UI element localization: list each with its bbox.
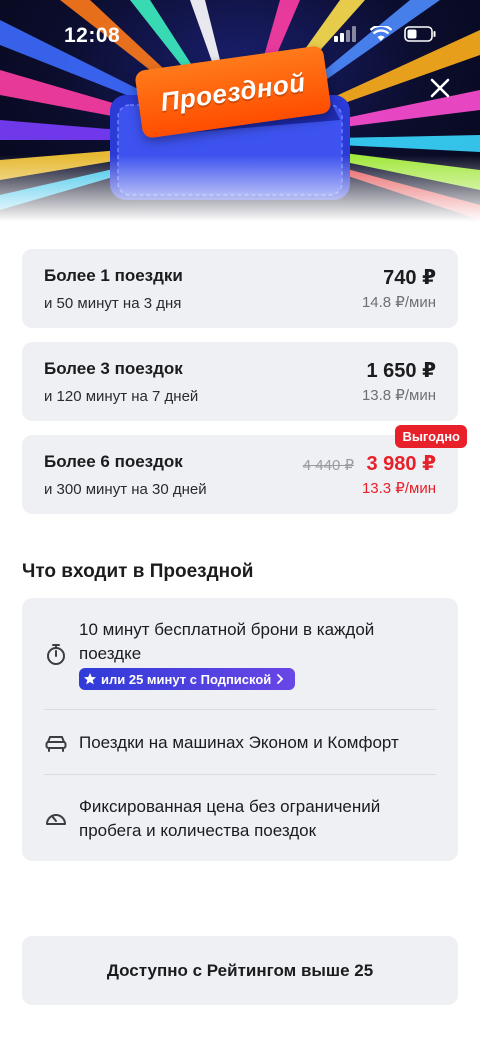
subscription-promo-pill[interactable]: или 25 минут с Подпиской bbox=[79, 668, 296, 690]
section-title-included: Что входит в Проездной bbox=[22, 561, 254, 582]
plan-subtitle: и 300 минут на 30 дней bbox=[44, 481, 207, 498]
stopwatch-icon bbox=[47, 644, 65, 665]
scroll-fade bbox=[0, 880, 480, 930]
plan-price: 740 ₽ bbox=[383, 267, 436, 289]
plan-option-3[interactable]: Более 3 поездок и 120 минут на 7 дней 1 … bbox=[22, 342, 458, 421]
availability-button[interactable]: Доступно с Рейтингом выше 25 bbox=[22, 936, 458, 1005]
plan-price: 3 980 ₽ bbox=[366, 453, 436, 475]
plan-per-minute: 13.3 ₽/мин bbox=[361, 480, 436, 497]
star-icon bbox=[84, 673, 96, 685]
plan-subtitle: и 120 минут на 7 дней bbox=[44, 388, 199, 405]
speedometer-icon bbox=[46, 814, 66, 825]
best-value-badge: Выгодно bbox=[395, 425, 467, 448]
plan-per-minute: 13.8 ₽/мин bbox=[361, 387, 436, 404]
plans-list: Более 1 поездки и 50 минут на 3 дня 740 … bbox=[22, 249, 467, 528]
ticket-label-text: Проездной bbox=[158, 66, 308, 117]
hero-fade bbox=[0, 155, 480, 225]
plan-old-price: 4 440 ₽ bbox=[302, 457, 354, 474]
feature-text: Поездки на машинах Эконом и Комфорт bbox=[79, 733, 399, 752]
plan-title: Более 1 поездки bbox=[44, 266, 183, 285]
feature-item-booking: 10 минут бесплатной брони в каждой поезд… bbox=[22, 618, 458, 713]
feature-text: 10 минут бесплатной брони в каждой поезд… bbox=[79, 620, 375, 663]
signal-icon bbox=[334, 26, 356, 42]
feature-item-cars: Поездки на машинах Эконом и Комфорт bbox=[22, 730, 458, 760]
plan-title: Более 3 поездок bbox=[44, 359, 183, 378]
promo-text: или 25 минут с Подпиской bbox=[101, 671, 272, 687]
plan-option-6[interactable]: Выгодно Более 6 поездок и 300 минут на 3… bbox=[22, 425, 467, 514]
plan-per-minute: 14.8 ₽/мин bbox=[361, 294, 436, 311]
status-bar: 12:08 bbox=[0, 0, 480, 70]
features-card: 10 минут бесплатной брони в каждой поезд… bbox=[22, 598, 458, 861]
plan-price: 1 650 ₽ bbox=[366, 360, 436, 382]
divider bbox=[44, 774, 436, 775]
close-button[interactable] bbox=[426, 74, 454, 102]
feature-item-fixed-price: Фиксированная цена без ограничений пробе… bbox=[22, 795, 458, 845]
chevron-right-icon bbox=[277, 674, 284, 684]
status-time: 12:08 bbox=[64, 24, 121, 47]
feature-text: Фиксированная цена без ограничений пробе… bbox=[79, 797, 381, 840]
divider bbox=[44, 709, 436, 710]
plan-option-1[interactable]: Более 1 поездки и 50 минут на 3 дня 740 … bbox=[22, 249, 458, 328]
plan-title: Более 6 поездок bbox=[44, 452, 183, 471]
status-icons bbox=[334, 26, 436, 42]
close-icon bbox=[430, 78, 450, 98]
battery-icon bbox=[404, 26, 436, 42]
wifi-icon bbox=[370, 26, 392, 41]
car-icon bbox=[45, 736, 67, 752]
plan-subtitle: и 50 минут на 3 дня bbox=[44, 295, 182, 312]
